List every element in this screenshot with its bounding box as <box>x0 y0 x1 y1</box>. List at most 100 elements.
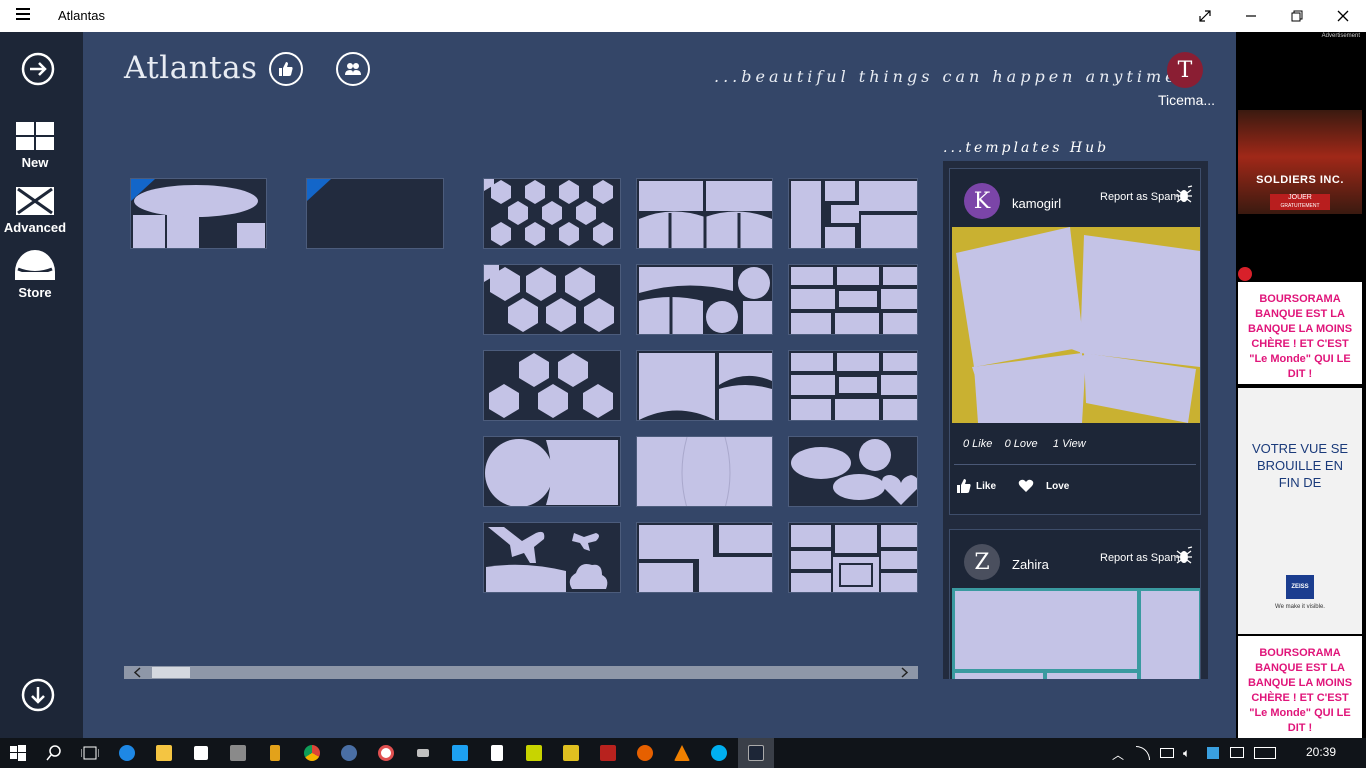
search-button[interactable] <box>36 738 72 768</box>
scroll-right-arrow-icon[interactable] <box>896 666 914 679</box>
forward-arrow-button[interactable] <box>21 52 55 91</box>
template-airplanes[interactable] <box>483 522 621 593</box>
taskbar-vlc[interactable] <box>664 738 700 768</box>
clock[interactable]: 20:39 <box>1306 745 1336 759</box>
taskbar-app-7[interactable] <box>553 738 589 768</box>
minimize-button[interactable] <box>1228 0 1274 32</box>
chrome-icon <box>304 745 320 761</box>
taskbar-app-5[interactable] <box>405 738 441 768</box>
taskbar-app-1[interactable] <box>220 738 256 768</box>
close-button[interactable] <box>1320 0 1366 32</box>
start-button[interactable] <box>0 738 36 768</box>
scrollbar-thumb[interactable] <box>152 667 190 678</box>
app-icon <box>378 745 394 761</box>
recent-project-2[interactable] <box>306 178 444 249</box>
horizontal-scrollbar[interactable] <box>124 666 918 679</box>
game-ad-cta[interactable]: JOUER GRATUITEMENT <box>1270 194 1330 210</box>
network-icon[interactable] <box>1160 748 1174 758</box>
template-shapes-heart[interactable] <box>788 436 918 507</box>
volume-icon[interactable]: 🔈︎ <box>1183 746 1190 761</box>
template-thumbnail <box>639 267 772 334</box>
taskbar: ︿ 🔈︎ 20:39 <box>0 738 1366 768</box>
bug-icon[interactable] <box>1174 546 1194 566</box>
bug-icon[interactable] <box>1174 185 1194 205</box>
bank-ad-1[interactable]: BOURSORAMA BANQUE EST LA BANQUE LA MOINS… <box>1238 282 1362 384</box>
user-name[interactable]: Ticema... <box>1158 92 1215 108</box>
bank-ad-2-text: BOURSORAMA BANQUE EST LA BANQUE LA MOINS… <box>1247 647 1353 734</box>
template-mosaic-grid[interactable] <box>788 350 918 421</box>
love-button[interactable]: Love <box>1018 479 1069 493</box>
rail-item-label: Store <box>18 285 52 300</box>
rail-item-store[interactable]: Store <box>0 248 70 300</box>
zeiss-ad[interactable]: VOTRE VUE SE BROUILLE EN FIN DE JOURNÉE … <box>1238 388 1362 634</box>
twitter-icon <box>452 745 468 761</box>
task-view-button[interactable] <box>72 738 108 768</box>
rail-item-advanced[interactable]: Advanced <box>0 187 70 235</box>
template-offset-grid[interactable] <box>788 178 918 249</box>
taskbar-skype[interactable] <box>701 738 737 768</box>
taskbar-atlantas-active[interactable] <box>738 738 774 768</box>
poster-name[interactable]: kamogirl <box>1012 196 1061 211</box>
tagline: ...beautiful things can happen anytime <box>714 67 1179 86</box>
taskbar-explorer[interactable] <box>146 738 182 768</box>
community-button[interactable] <box>336 52 370 86</box>
taskbar-app-3[interactable] <box>331 738 367 768</box>
post-template-preview[interactable] <box>952 588 1200 679</box>
report-spam-link[interactable]: Report as Spam <box>1100 191 1179 203</box>
post-template-preview[interactable] <box>952 227 1200 423</box>
taskbar-firefox[interactable] <box>627 738 663 768</box>
template-thumbnail <box>791 525 917 592</box>
taskbar-app-2[interactable] <box>257 738 293 768</box>
template-curved-split[interactable] <box>636 350 773 421</box>
hub-post-card[interactable]: K kamogirl Report as Spam 0 Like 0 Love … <box>949 168 1201 515</box>
taskbar-chrome[interactable] <box>294 738 330 768</box>
templates-hub-panel[interactable]: K kamogirl Report as Spam 0 Like 0 Love … <box>943 161 1208 679</box>
dropbox-icon[interactable] <box>1207 747 1219 759</box>
template-hexagons-many[interactable] <box>483 178 621 249</box>
rail-item-label: Advanced <box>3 220 67 235</box>
taskbar-notepad[interactable] <box>479 738 515 768</box>
template-hexagons-large[interactable] <box>483 350 621 421</box>
recent-project-1[interactable] <box>130 178 267 249</box>
show-hidden-icons-button[interactable]: ︿ <box>1112 746 1124 763</box>
template-hexagons-medium[interactable] <box>483 264 621 335</box>
action-center-icon[interactable] <box>1230 747 1244 758</box>
template-lens[interactable] <box>636 436 773 507</box>
game-ad[interactable]: SOLDIERS INC. JOUER GRATUITEMENT <box>1238 110 1362 214</box>
window-title: Atlantas <box>58 8 105 23</box>
poster-name[interactable]: Zahira <box>1012 557 1049 572</box>
restore-icon <box>1291 10 1303 22</box>
bank-ad-2[interactable]: BOURSORAMA BANQUE EST LA BANQUE LA MOINS… <box>1238 636 1362 738</box>
rail-item-new[interactable]: New <box>0 122 70 170</box>
taskbar-twitter[interactable] <box>442 738 478 768</box>
template-circle-square[interactable] <box>483 436 621 507</box>
scroll-left-arrow-icon[interactable] <box>128 666 146 679</box>
report-spam-link[interactable]: Report as Spam <box>1100 552 1179 564</box>
like-button[interactable]: Like <box>956 478 996 494</box>
taskbar-app-4[interactable] <box>368 738 404 768</box>
user-avatar[interactable]: T <box>1167 52 1203 88</box>
template-arches-circles[interactable] <box>636 264 773 335</box>
template-framed-grid[interactable] <box>788 522 918 593</box>
template-brick-grid[interactable] <box>788 264 918 335</box>
template-blocks[interactable] <box>636 522 773 593</box>
taskbar-filezilla[interactable] <box>590 738 626 768</box>
hamburger-menu-icon[interactable] <box>16 8 30 20</box>
like-app-button[interactable] <box>269 52 303 86</box>
app-icon <box>230 745 246 761</box>
template-arches-top[interactable] <box>636 178 773 249</box>
app-icon <box>417 749 429 757</box>
maximize-button[interactable] <box>1274 0 1320 32</box>
hub-post-card[interactable]: Z Zahira Report as Spam <box>949 529 1201 679</box>
wifi-icon[interactable] <box>1136 746 1150 760</box>
taskbar-store[interactable] <box>183 738 219 768</box>
keyboard-icon[interactable] <box>1254 747 1276 759</box>
expand-button[interactable] <box>1182 0 1228 32</box>
envelope-x-icon <box>16 187 54 215</box>
poster-avatar: K <box>964 183 1000 219</box>
taskbar-app-6[interactable] <box>516 738 552 768</box>
taskbar-edge[interactable] <box>109 738 145 768</box>
ad-label: Advertisement <box>1321 33 1360 39</box>
scroll-down-button[interactable] <box>21 678 55 717</box>
people-icon <box>345 63 361 75</box>
